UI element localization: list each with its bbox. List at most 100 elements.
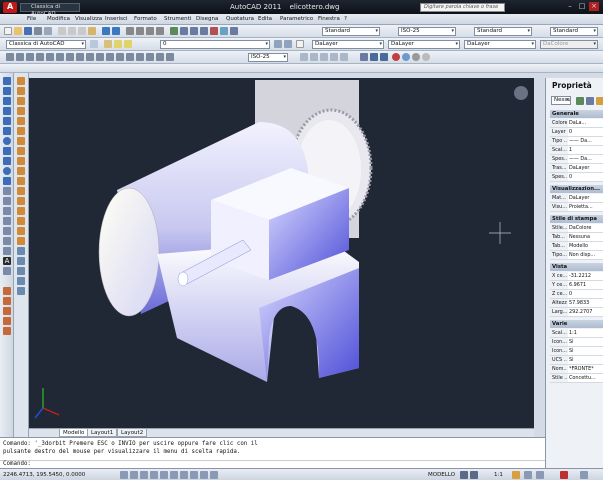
- sphere-gray-icon[interactable]: [412, 53, 420, 61]
- copy2-icon[interactable]: [17, 87, 25, 95]
- menu-formato[interactable]: Formato: [134, 16, 157, 22]
- property-value[interactable]: 6.9671: [568, 281, 603, 289]
- close-icon[interactable]: ×: [589, 2, 599, 11]
- snap-mode-icon[interactable]: [120, 471, 128, 479]
- property-row[interactable]: X ce... -31.2212: [550, 272, 603, 281]
- otrack-icon[interactable]: [180, 471, 188, 479]
- array2-icon[interactable]: [17, 117, 25, 125]
- property-value[interactable]: 1: [568, 146, 603, 154]
- dimtedit-icon[interactable]: [156, 53, 164, 61]
- make-block-icon[interactable]: [3, 197, 11, 205]
- new-icon[interactable]: [4, 27, 12, 35]
- property-row[interactable]: Tab... Nessuna: [550, 233, 603, 242]
- property-row[interactable]: Larg... 292.2707: [550, 308, 603, 317]
- point-icon[interactable]: [3, 207, 11, 215]
- move-icon[interactable]: [17, 127, 25, 135]
- offset2-icon[interactable]: [17, 107, 25, 115]
- text-style-select[interactable]: Standard: [322, 27, 380, 36]
- stretch-icon[interactable]: [17, 157, 25, 165]
- property-value[interactable]: Sì: [568, 338, 603, 346]
- region-icon[interactable]: [3, 237, 11, 245]
- grid-mode-icon[interactable]: [130, 471, 138, 479]
- erase2-icon[interactable]: [17, 77, 25, 85]
- plot-icon[interactable]: [34, 27, 42, 35]
- mirror2-icon[interactable]: [17, 97, 25, 105]
- menu-parametrico[interactable]: Parametrico: [280, 16, 313, 22]
- lock-icon[interactable]: [536, 471, 544, 479]
- quick-view-drawings-icon[interactable]: [470, 471, 478, 479]
- osnap-mode-icon[interactable]: [160, 471, 168, 479]
- tool-palettes-icon[interactable]: [190, 27, 198, 35]
- annotation-visibility-icon[interactable]: [512, 471, 520, 479]
- copy-icon[interactable]: [68, 27, 76, 35]
- design-center-icon[interactable]: [180, 27, 188, 35]
- view-cube-icon[interactable]: [514, 86, 528, 100]
- property-row[interactable]: Altezza57.9833: [550, 299, 603, 308]
- baseline-icon[interactable]: [96, 53, 104, 61]
- dim-scale-select[interactable]: ISO-25: [248, 53, 288, 62]
- property-value[interactable]: DaLayer: [568, 164, 603, 172]
- workspace-select[interactable]: Classica di AutoCAD: [6, 40, 86, 49]
- zoom-realtime-icon[interactable]: [136, 27, 144, 35]
- search-input[interactable]: Digitare parola chiave o frase: [420, 3, 505, 12]
- save-icon[interactable]: [24, 27, 32, 35]
- chamfer-icon[interactable]: [17, 217, 25, 225]
- render-icon[interactable]: [360, 53, 368, 61]
- tab-layout1[interactable]: Layout1: [87, 429, 118, 437]
- property-row[interactable]: Tab... Modello: [550, 242, 603, 251]
- inspection-icon[interactable]: [136, 53, 144, 61]
- property-value[interactable]: 1:1: [568, 329, 603, 337]
- ortho-icon[interactable]: [17, 277, 25, 285]
- layer-on-icon[interactable]: [114, 40, 122, 48]
- rotate-icon[interactable]: [17, 137, 25, 145]
- match-properties-icon[interactable]: [88, 27, 96, 35]
- paste-icon[interactable]: [78, 27, 86, 35]
- 3d-osnap-icon[interactable]: [170, 471, 178, 479]
- menu-finestra[interactable]: Finestra: [318, 16, 340, 22]
- property-value[interactable]: 292.2707: [568, 308, 603, 316]
- insert-block-icon[interactable]: [3, 187, 11, 195]
- property-value[interactable]: —— Da...: [568, 137, 603, 145]
- sphere-red-icon[interactable]: [392, 53, 400, 61]
- quick-select-icon[interactable]: [596, 97, 603, 105]
- property-value[interactable]: DaLa...: [568, 119, 603, 127]
- workspace-quick-select[interactable]: Classica di AutoCAD: [20, 3, 80, 17]
- dim-update-icon[interactable]: [166, 53, 174, 61]
- diameter-icon[interactable]: [66, 53, 74, 61]
- radius-icon[interactable]: [46, 53, 54, 61]
- property-row[interactable]: Tipo... Non disp...: [550, 251, 603, 260]
- arc-length-icon[interactable]: [26, 53, 34, 61]
- jogged-icon[interactable]: [56, 53, 64, 61]
- linetype-select[interactable]: DaLayer: [388, 40, 460, 49]
- join-icon[interactable]: [17, 207, 25, 215]
- copy-object-icon[interactable]: [3, 297, 11, 305]
- hatch-icon[interactable]: [3, 217, 11, 225]
- property-value[interactable]: Nessuna: [568, 233, 603, 241]
- offset-icon[interactable]: [3, 317, 11, 325]
- property-value[interactable]: 0: [568, 128, 603, 136]
- grid-icon[interactable]: [17, 267, 25, 275]
- property-value[interactable]: Modello: [568, 242, 603, 250]
- property-value[interactable]: 57.9833: [568, 299, 603, 307]
- ducs-icon[interactable]: [190, 471, 198, 479]
- model-space-toggle[interactable]: MODELLO: [428, 472, 455, 478]
- property-value[interactable]: 0: [568, 290, 603, 298]
- property-row[interactable]: Scal... 1:1: [550, 329, 603, 338]
- redo-icon[interactable]: [112, 27, 120, 35]
- polygon-icon[interactable]: [3, 107, 11, 115]
- color-swatch-icon[interactable]: [296, 40, 304, 48]
- lwt-icon[interactable]: [210, 471, 218, 479]
- property-row[interactable]: Spes... 0: [550, 173, 603, 182]
- circle-icon[interactable]: [3, 137, 11, 145]
- property-value[interactable]: DaColore: [568, 224, 603, 232]
- ucs-icon[interactable]: [370, 53, 378, 61]
- tab-layout2[interactable]: Layout2: [117, 429, 148, 437]
- property-row[interactable]: Spes... —— Da...: [550, 155, 603, 164]
- properties-section-header[interactable]: Visualizzazion...: [550, 185, 603, 193]
- multileader-style-select[interactable]: Standard: [550, 27, 598, 36]
- property-value[interactable]: Proietta...: [568, 203, 603, 211]
- line-icon[interactable]: [3, 77, 11, 85]
- properties-icon[interactable]: [170, 27, 178, 35]
- property-row[interactable]: Tipo ... —— Da...: [550, 137, 603, 146]
- quick-view-layouts-icon[interactable]: [460, 471, 468, 479]
